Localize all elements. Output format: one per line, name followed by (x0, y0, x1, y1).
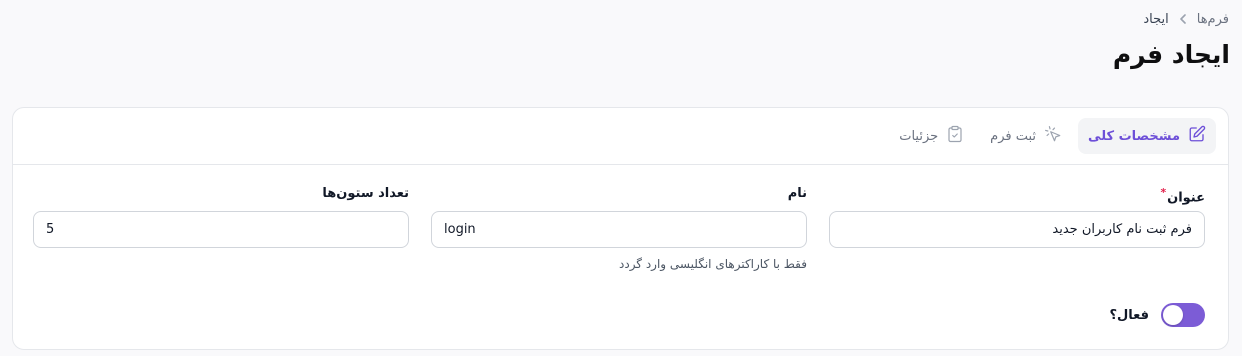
name-field-label: نام (787, 186, 807, 201)
tab-general[interactable]: مشخصات کلی (1078, 118, 1216, 154)
tab-label: مشخصات کلی (1088, 128, 1180, 144)
form-card: مشخصات کلی ثبت فرم جزئیات عنوان* فرم ثبت… (12, 107, 1229, 350)
breadcrumb: فرم‌ها ایجاد (1143, 12, 1229, 27)
tab-label: ثبت فرم (990, 128, 1037, 144)
title-label-text: عنوان (1167, 190, 1205, 206)
tab-submit-form[interactable]: ثبت فرم (980, 118, 1072, 154)
tab-details[interactable]: جزئیات (889, 118, 974, 154)
form-fields: عنوان* نام فقط با کاراکترهای انگلیسی وار… (33, 186, 1205, 271)
page-title: ایجاد فرم (1112, 40, 1230, 69)
page: فرم‌ها ایجاد ایجاد فرم مشخصات کلی ثبت فر… (0, 0, 1242, 356)
name-input[interactable] (431, 211, 807, 248)
breadcrumb-current: ایجاد (1143, 12, 1169, 27)
breadcrumb-parent-link[interactable]: فرم‌ها (1197, 12, 1229, 27)
chevron-left-icon (1179, 13, 1187, 27)
cursor-click-icon (1044, 125, 1062, 147)
tab-bar: مشخصات کلی ثبت فرم جزئیات (13, 108, 1228, 165)
columns-field-label: تعداد ستون‌ها (322, 186, 409, 201)
active-toggle[interactable] (1161, 303, 1205, 327)
title-input[interactable] (829, 211, 1205, 248)
name-field-hint: فقط با کاراکترهای انگلیسی وارد گردد (619, 257, 807, 271)
columns-input[interactable] (33, 211, 409, 248)
active-toggle-label: فعال؟ (1109, 307, 1149, 323)
tab-label: جزئیات (899, 128, 939, 144)
title-field-group: عنوان* (829, 186, 1205, 271)
toggle-knob (1163, 305, 1183, 325)
title-field-label: عنوان* (829, 186, 1205, 206)
active-toggle-row: فعال؟ (1109, 303, 1205, 327)
required-mark: * (1160, 186, 1167, 199)
name-field-group: نام فقط با کاراکترهای انگلیسی وارد گردد (431, 186, 807, 271)
clipboard-check-icon (946, 125, 964, 147)
columns-field-group: تعداد ستون‌ها (33, 186, 409, 271)
edit-icon (1188, 125, 1206, 147)
